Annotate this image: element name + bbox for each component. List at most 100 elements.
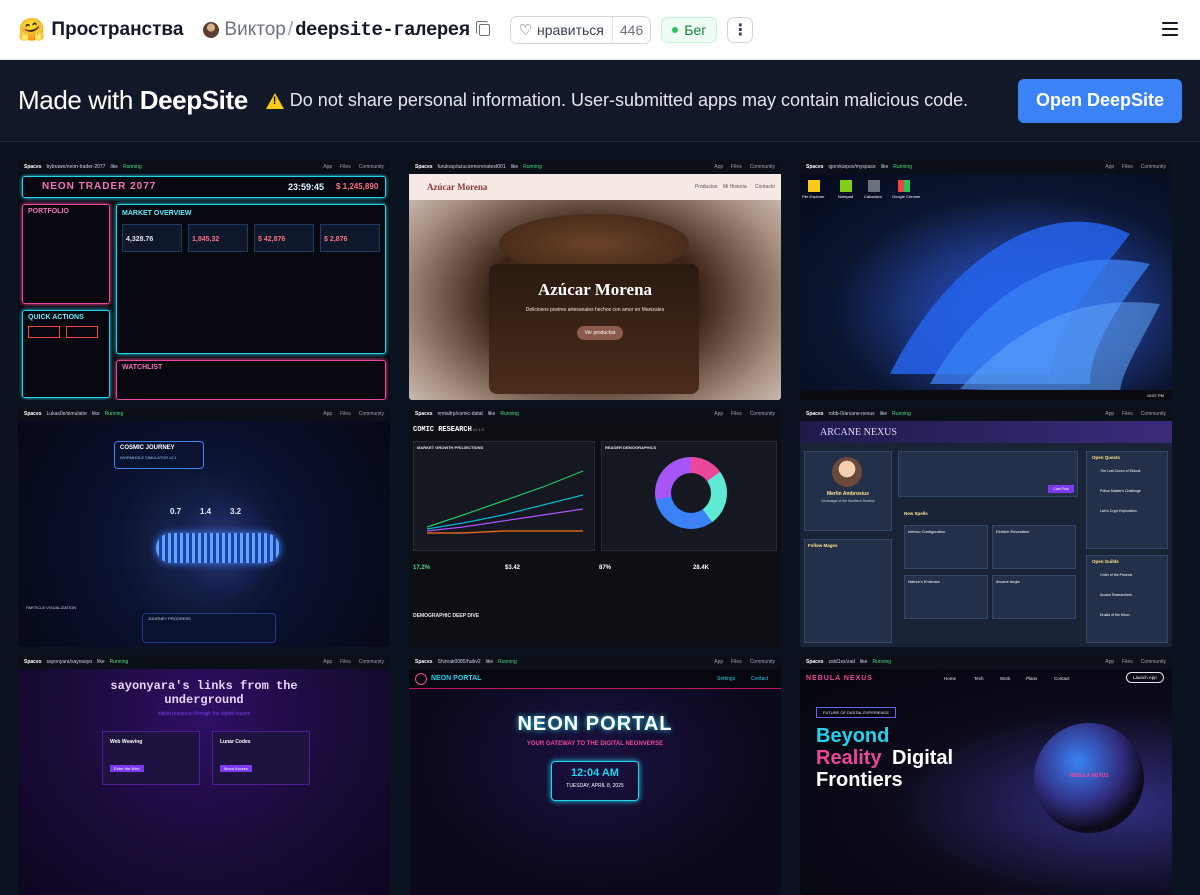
tile-profile-name: Merlin Ambrosius bbox=[826, 491, 870, 497]
tile-section: Open Quests bbox=[1092, 455, 1121, 460]
tile-guild: Order of the Phoenix bbox=[1100, 573, 1133, 577]
tile-title: ARCANE NEXUS bbox=[820, 427, 897, 438]
tile-app-tab: App bbox=[323, 164, 333, 170]
tile-headline: Beyond bbox=[816, 725, 890, 747]
owner-link[interactable]: Виктор bbox=[224, 19, 285, 41]
gallery-tile[interactable]: Spaces sayonyara/sayosayo like Running App Fi… bbox=[18, 655, 390, 895]
tile-files-tab: Files bbox=[340, 659, 351, 665]
tile-nav: Tech bbox=[974, 676, 984, 681]
made-with-title: Made with DeepSite bbox=[18, 85, 248, 116]
tile-app-tab: App bbox=[1105, 411, 1115, 417]
tile-subtitle: Deliciosos postres artesanales hechos co… bbox=[525, 307, 665, 313]
copy-icon[interactable] bbox=[475, 20, 490, 36]
status-badge[interactable]: Бег bbox=[661, 16, 718, 43]
tile-spaces: Spaces bbox=[24, 659, 42, 665]
repo-name-link[interactable]: deepsite-галерея bbox=[295, 19, 470, 41]
menu-hamburger-icon[interactable] bbox=[1162, 22, 1178, 36]
windows-bloom-wallpaper bbox=[890, 221, 1160, 394]
tile-path: robb-0/arcane-nexus bbox=[828, 411, 875, 417]
tile-version: v1.1.0 bbox=[473, 427, 484, 432]
tile-spaces: Spaces bbox=[806, 411, 824, 417]
tile-nav: Home bbox=[944, 676, 957, 681]
gallery-tile[interactable]: Spaces zaid1sx/zad like Running App Files Comm… bbox=[800, 655, 1172, 895]
tile-preview: File Explorer Notepad Calculator Google … bbox=[800, 174, 1172, 400]
tile-preview: NEON PORTAL Settings Contact NEON PORTAL… bbox=[409, 669, 781, 895]
tile-app-tab: App bbox=[323, 659, 333, 665]
desktop-icon-label: File Explorer bbox=[802, 194, 825, 199]
tile-button: Cast Post bbox=[1048, 485, 1074, 493]
gallery-tile[interactable]: Spaces robb-0/arcane-nexus like Running App F… bbox=[800, 407, 1172, 647]
desktop-icon-label: Notepad bbox=[838, 194, 854, 199]
gallery-tile[interactable]: Spaces igorvkarpov/myspace like Running App F… bbox=[800, 160, 1172, 400]
tile-button: Moon Access bbox=[220, 765, 252, 772]
user-avatar[interactable] bbox=[203, 21, 220, 38]
tile-files-tab: Files bbox=[731, 659, 742, 665]
tile-guild: Arcane Researchers bbox=[1100, 593, 1132, 597]
tile-spell: Inferno Configuration bbox=[908, 529, 946, 534]
tile-brand: NEON PORTAL bbox=[431, 675, 482, 682]
like-button[interactable]: ♡ нравиться 446 bbox=[509, 15, 652, 44]
tile-spell: Eldritch Revelation bbox=[996, 529, 1030, 534]
security-warning: Do not share personal information. User-… bbox=[265, 90, 968, 111]
tile-spell: Nature's Embrace bbox=[908, 579, 940, 584]
tile-app-tab: App bbox=[1105, 659, 1115, 665]
tile-title: Azúcar Morena bbox=[537, 280, 653, 299]
tile-path: sayonyara/sayosayo bbox=[46, 659, 93, 665]
path-separator: / bbox=[287, 18, 294, 40]
tile-files-tab: Files bbox=[340, 411, 351, 417]
tile-headline: Frontiers bbox=[816, 769, 903, 791]
tile-community-tab: Community bbox=[749, 164, 775, 170]
tile-stat: 3.2 bbox=[230, 507, 242, 516]
tile-like: like bbox=[879, 411, 888, 417]
tile-nav: Contact bbox=[1054, 676, 1070, 681]
tile-title: sayonyara's links from the underground bbox=[110, 679, 298, 707]
tile-like: like bbox=[92, 411, 100, 417]
tile-community-tab: Community bbox=[1140, 659, 1166, 665]
tile-app-tab: App bbox=[323, 411, 333, 417]
tile-chart-title: READER DEMOGRAPHICS bbox=[605, 445, 657, 450]
tile-card-title: Lunar Codes bbox=[220, 739, 251, 745]
made-prefix: Made with bbox=[18, 85, 140, 115]
gallery-tile[interactable]: Spaces Lukas0e/simulator like Running App Fil… bbox=[18, 407, 390, 647]
line-chart-thumbnail bbox=[426, 470, 584, 534]
tile-section: QUICK ACTIONS bbox=[28, 314, 84, 321]
gallery-tile[interactable]: Spaces bybrawe/neon-trader-2077 like Runnin… bbox=[18, 160, 390, 400]
tile-path: nmtaltrp/comic-datat bbox=[437, 411, 483, 417]
tile-value: $ 1,245,890 bbox=[336, 182, 379, 191]
tile-running: Running bbox=[109, 659, 129, 665]
tile-app-tab: App bbox=[1105, 164, 1115, 170]
tile-section: Follow Mages bbox=[808, 543, 838, 548]
tile-nav: Contact bbox=[751, 676, 769, 682]
spaces-link[interactable]: Пространства bbox=[51, 19, 183, 41]
open-deepsite-button[interactable]: Open DeepSite bbox=[1017, 78, 1182, 123]
like-label: нравиться bbox=[537, 21, 604, 38]
tile-header: Spaces nmtaltrp/comic-datat like Running App… bbox=[409, 407, 781, 421]
tile-files-tab: Files bbox=[1122, 659, 1133, 665]
gallery-tile[interactable]: Spaces Shireak0085/hubv2 like Running App Fil… bbox=[409, 655, 781, 895]
tile-stat: $ 2,876 bbox=[324, 236, 348, 243]
heart-icon: ♡ bbox=[518, 21, 533, 39]
tile-button: Enter the Web bbox=[110, 765, 144, 772]
tile-path: zaid1sx/zad bbox=[828, 659, 855, 665]
tile-nav: Contacto bbox=[755, 184, 776, 190]
more-options-button[interactable]: ⋮ bbox=[727, 16, 754, 43]
tile-button: Launch App bbox=[1126, 672, 1164, 683]
tile-nav: Productos bbox=[695, 184, 718, 190]
tile-header: Spaces igorvkarpov/myspace like Running App F… bbox=[800, 160, 1172, 174]
tile-stat: 1.4 bbox=[200, 507, 212, 516]
tile-title: COSMIC JOURNEY bbox=[120, 445, 175, 451]
huggingface-logo-icon[interactable]: 🤗 bbox=[18, 17, 45, 43]
tile-preview: COMIC RESEARCH v1.1.0 MARKET GROWTH PROJ… bbox=[409, 421, 781, 647]
tile-title: NEON PORTAL bbox=[517, 713, 673, 735]
tile-path: bybrawe/neon-trader-2077 bbox=[46, 164, 106, 170]
tile-spaces: Spaces bbox=[806, 164, 824, 170]
tile-header: Spaces robb-0/arcane-nexus like Running App F… bbox=[800, 407, 1172, 421]
gallery-tile[interactable]: Spaces furukrap/azucarmorenatest001 like Ru… bbox=[409, 160, 781, 400]
tile-community-tab: Community bbox=[358, 659, 384, 665]
tile-kpi: $3.42 bbox=[505, 565, 521, 571]
tile-spaces: Spaces bbox=[415, 659, 433, 665]
tile-like: like bbox=[487, 411, 496, 417]
tile-stat: 4,328.76 bbox=[126, 236, 154, 243]
gallery-tile[interactable]: Spaces nmtaltrp/comic-datat like Running App… bbox=[409, 407, 781, 647]
like-count[interactable]: 446 bbox=[611, 16, 650, 43]
